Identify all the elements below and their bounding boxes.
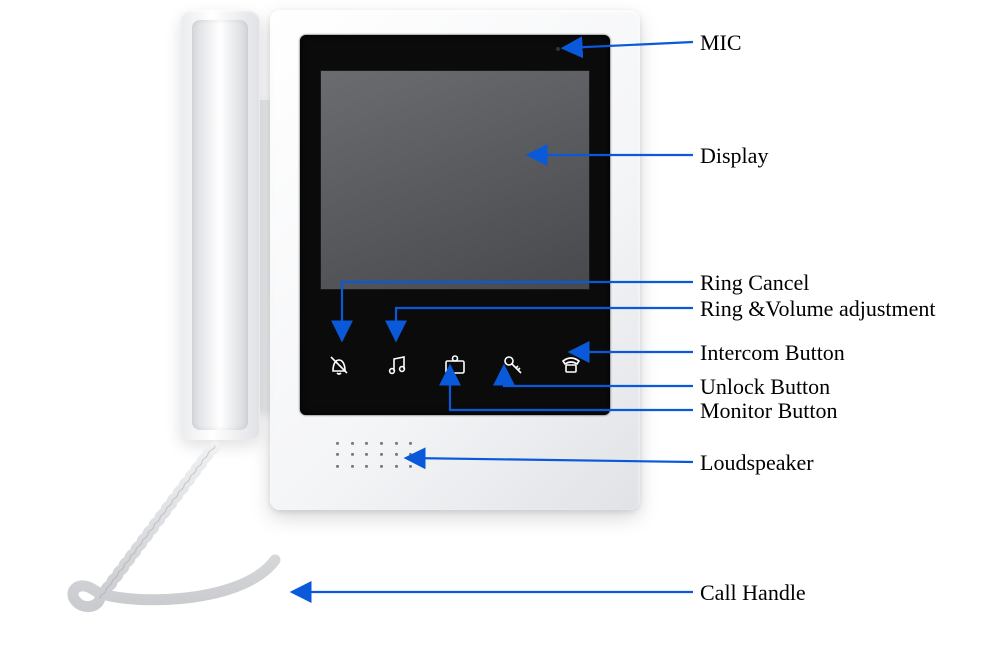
label-intercom: Intercom Button [700, 340, 845, 366]
console-body [270, 10, 640, 510]
black-panel [300, 35, 610, 415]
label-loudspeaker: Loudspeaker [700, 450, 814, 476]
monitor-icon [441, 351, 469, 379]
button-row [325, 345, 585, 385]
display-screen [320, 70, 590, 290]
label-mic: MIC [700, 30, 742, 56]
ring-volume-icon [383, 351, 411, 379]
intercom-device [180, 0, 640, 530]
mic-hole [556, 47, 560, 51]
ring-cancel-icon [325, 351, 353, 379]
label-ring-volume: Ring &Volume adjustment [700, 296, 935, 322]
label-monitor: Monitor Button [700, 398, 838, 424]
unlock-icon [499, 351, 527, 379]
label-unlock: Unlock Button [700, 374, 830, 400]
call-handle [180, 10, 260, 440]
label-display: Display [700, 143, 768, 169]
label-ring-cancel: Ring Cancel [700, 270, 809, 296]
label-call-handle: Call Handle [700, 580, 806, 606]
loudspeaker-grill [336, 442, 416, 472]
intercom-icon [557, 351, 585, 379]
